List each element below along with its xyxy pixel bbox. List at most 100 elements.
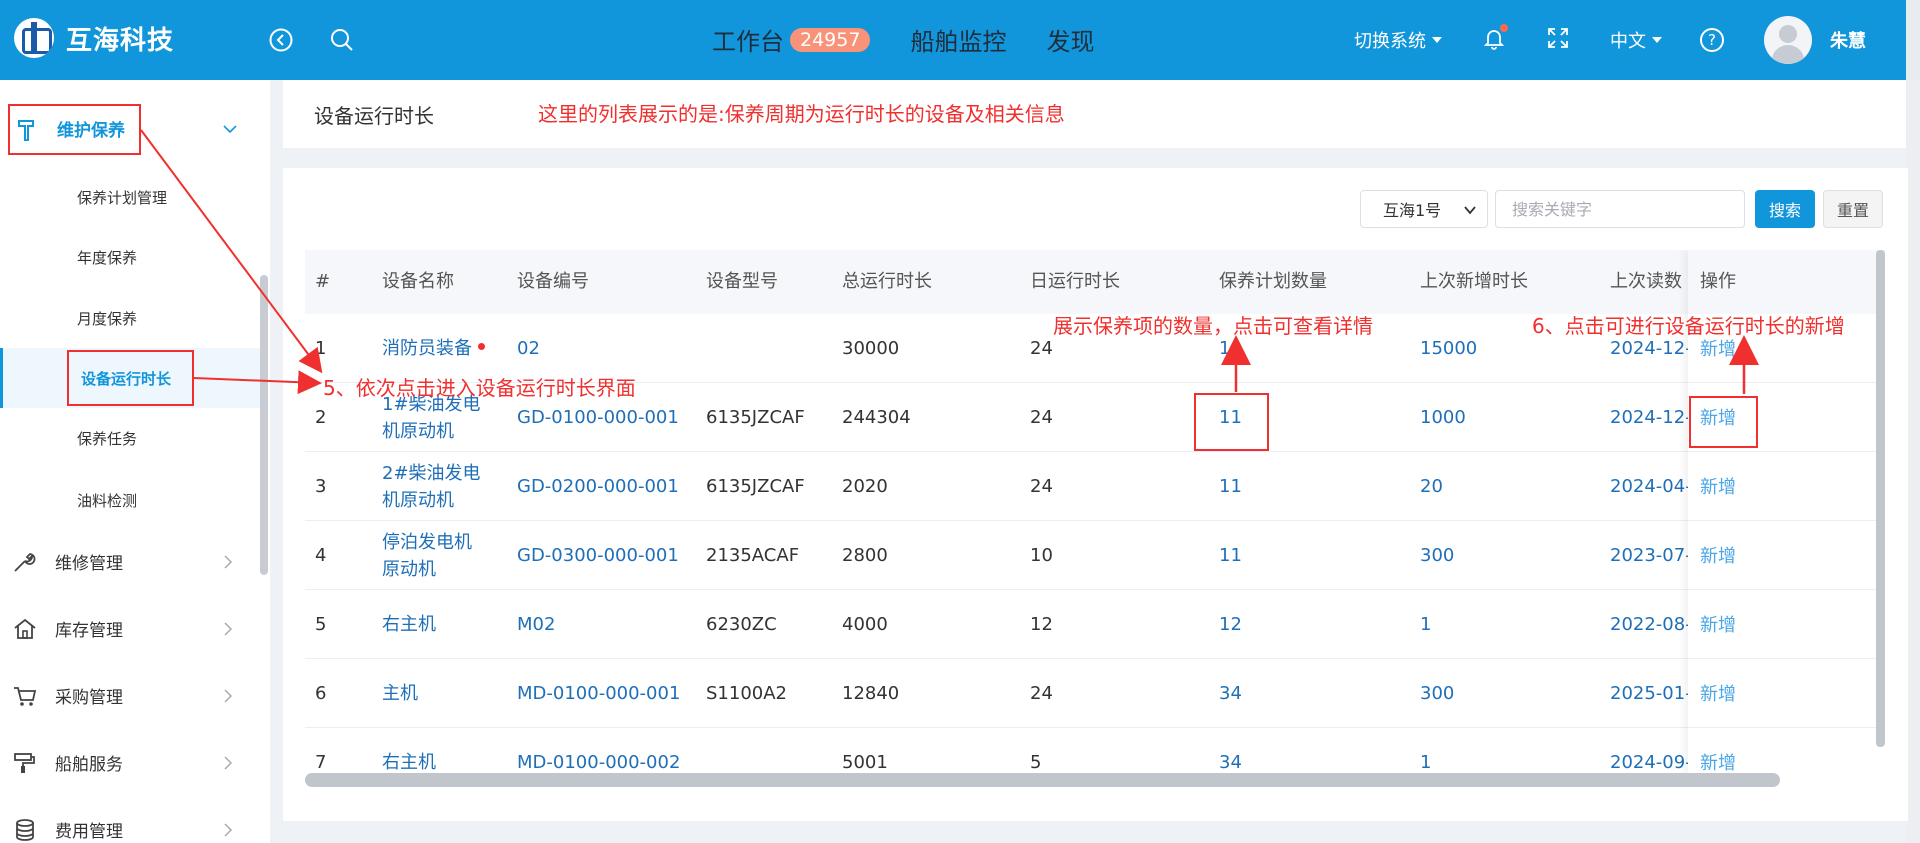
col-total-hours: 总运行时长: [842, 271, 932, 292]
cell-daily-hours: 5: [1030, 752, 1042, 773]
paint-roller-icon: [12, 751, 38, 775]
language-dropdown[interactable]: 中文: [1610, 27, 1662, 53]
ship-select[interactable]: 互海1号: [1360, 190, 1488, 228]
sidebar-item-tasks[interactable]: 保养任务: [0, 408, 262, 468]
cell-equipment-name[interactable]: 右主机: [382, 728, 482, 775]
cell-last-added[interactable]: 20: [1420, 452, 1443, 521]
sidebar-item-label: 保养任务: [77, 429, 138, 448]
sidebar-item-plan-management[interactable]: 保养计划管理: [0, 167, 262, 227]
help-icon[interactable]: ?: [1700, 28, 1724, 52]
table-vertical-scrollbar[interactable]: [1876, 250, 1885, 747]
cell-last-reading[interactable]: 2024-12-: [1610, 383, 1692, 452]
cell-plan-count[interactable]: 34: [1219, 728, 1242, 775]
add-hours-button[interactable]: 新增: [1700, 749, 1736, 775]
cell-plan-count[interactable]: 12: [1219, 590, 1242, 659]
cell-equipment-name[interactable]: 右主机: [382, 590, 482, 659]
cell-plan-count[interactable]: 34: [1219, 659, 1242, 728]
search-button[interactable]: 搜索: [1755, 190, 1815, 228]
table-horizontal-scrollbar[interactable]: [305, 773, 1780, 787]
cell-equipment-name[interactable]: 主机: [382, 659, 482, 728]
sidebar-item-oil-testing[interactable]: 油料检测: [0, 470, 262, 530]
add-hours-button[interactable]: 新增: [1700, 473, 1736, 499]
cell-equipment-code[interactable]: M02: [517, 590, 555, 659]
cell-total-hours: 5001: [842, 752, 888, 773]
table-row: 3 2#柴油发电机原动机 GD-0200-000-001 6135JZCAF 2020 2…: [305, 452, 1885, 521]
search-input[interactable]: [1495, 190, 1745, 228]
sidebar: 维护保养 保养计划管理 年度保养 月度保养 设备运行时长 保养任务 油料检测 维…: [0, 80, 270, 843]
sidebar-item-inventory[interactable]: 库存管理: [0, 595, 262, 662]
sidebar-item-label: 保养计划管理: [77, 188, 168, 207]
cell-last-reading[interactable]: 2024-09-: [1610, 728, 1692, 775]
table-row: 6 主机 MD-0100-000-001 S1100A2 12840 24 34 300 202…: [305, 659, 1885, 728]
col-daily-hours: 日运行时长: [1030, 271, 1120, 292]
cell-last-added[interactable]: 15000: [1420, 314, 1477, 383]
cell-equipment-name[interactable]: 2#柴油发电机原动机: [382, 452, 482, 521]
sidebar-item-purchasing[interactable]: 采购管理: [0, 662, 262, 729]
cell-last-reading[interactable]: 2024-04-: [1610, 452, 1692, 521]
cell-equipment-code[interactable]: GD-0300-000-001: [517, 521, 679, 590]
page-scrollbar[interactable]: [1906, 80, 1920, 843]
sidebar-item-monthly[interactable]: 月度保养: [0, 288, 262, 348]
cell-last-added[interactable]: 1000: [1420, 383, 1466, 452]
back-icon[interactable]: [265, 24, 297, 56]
col-plan-count: 保养计划数量: [1219, 271, 1327, 292]
cell-last-reading[interactable]: 2025-01-: [1610, 659, 1692, 728]
header-right: 切换系统 中文 ? 朱慧: [1354, 0, 1920, 80]
col-name: 设备名称: [382, 271, 454, 292]
nav-workbench[interactable]: 工作台 24957: [712, 22, 871, 57]
avatar[interactable]: [1764, 16, 1812, 64]
page-title-bar: 设备运行时长: [283, 80, 1908, 148]
cart-icon: [12, 684, 38, 708]
chevron-right-icon: [223, 622, 233, 640]
cell-last-reading[interactable]: 2023-07-: [1610, 521, 1692, 590]
cell-last-reading[interactable]: 2022-08-: [1610, 590, 1692, 659]
cell-equipment-code[interactable]: GD-0200-000-001: [517, 452, 679, 521]
user-name[interactable]: 朱慧: [1830, 27, 1866, 53]
sidebar-item-repair[interactable]: 维修管理: [0, 528, 262, 595]
cell-index: 4: [315, 545, 327, 566]
chevron-down-icon: [1463, 202, 1477, 221]
add-hours-button[interactable]: 新增: [1700, 680, 1736, 706]
cell-plan-count[interactable]: 11: [1219, 521, 1242, 590]
page-title: 设备运行时长: [314, 104, 434, 128]
nav-discover[interactable]: 发现: [1046, 22, 1094, 57]
sidebar-item-annual[interactable]: 年度保养: [0, 227, 262, 287]
reset-button[interactable]: 重置: [1823, 190, 1883, 228]
row-divider: [1688, 520, 1885, 521]
cell-last-added[interactable]: 1: [1420, 590, 1431, 659]
top-header: 互海科技 工作台 24957 船舶监控 发现 切换系统 中文 ? 朱慧: [0, 0, 1920, 80]
cell-equipment-model: 2135ACAF: [706, 545, 800, 566]
sidebar-item-expenses[interactable]: 费用管理: [0, 796, 262, 843]
fullscreen-icon[interactable]: [1546, 26, 1570, 55]
wrench-icon: [12, 550, 38, 574]
sidebar-item-label: 船舶服务: [55, 755, 123, 775]
switch-system-dropdown[interactable]: 切换系统: [1354, 27, 1442, 53]
col-index: #: [315, 271, 331, 292]
sidebar-item-label: 费用管理: [55, 822, 123, 842]
cell-last-added[interactable]: 300: [1420, 659, 1454, 728]
bell-icon[interactable]: [1482, 23, 1508, 55]
table-header: # 设备名称 设备编号 设备型号 总运行时长 日运行时长 保养计划数量 上次新增…: [305, 250, 1885, 314]
database-icon: [12, 818, 38, 842]
sidebar-scrollbar[interactable]: [260, 275, 268, 575]
sidebar-item-ship-service[interactable]: 船舶服务: [0, 729, 262, 796]
annotation-step6: 6、点击可进行设备运行时长的新增: [1532, 314, 1845, 338]
cell-equipment-model: 6135JZCAF: [706, 407, 805, 428]
cell-equipment-code[interactable]: MD-0100-000-002: [517, 728, 680, 775]
add-hours-button[interactable]: 新增: [1700, 542, 1736, 568]
annotation-plans-note: 展示保养项的数量，点击可查看详情: [1053, 314, 1373, 338]
add-hours-button[interactable]: 新增: [1700, 611, 1736, 637]
cell-last-added[interactable]: 300: [1420, 521, 1454, 590]
top-nav: 工作台 24957 船舶监控 发现: [712, 22, 1094, 57]
search-icon[interactable]: [326, 24, 358, 56]
cell-last-added[interactable]: 1: [1420, 728, 1431, 775]
sidebar-item-label: 年度保养: [77, 248, 138, 267]
chevron-right-icon: [223, 823, 233, 841]
cell-equipment-code[interactable]: MD-0100-000-001: [517, 659, 680, 728]
logo[interactable]: 互海科技: [14, 18, 174, 58]
nav-ship-monitor[interactable]: 船舶监控: [910, 22, 1006, 57]
cell-plan-count[interactable]: 11: [1219, 452, 1242, 521]
cell-equipment-name[interactable]: 停泊发电机原动机: [382, 521, 482, 590]
cell-daily-hours: 24: [1030, 338, 1053, 359]
workbench-count-badge: 24957: [790, 27, 871, 52]
